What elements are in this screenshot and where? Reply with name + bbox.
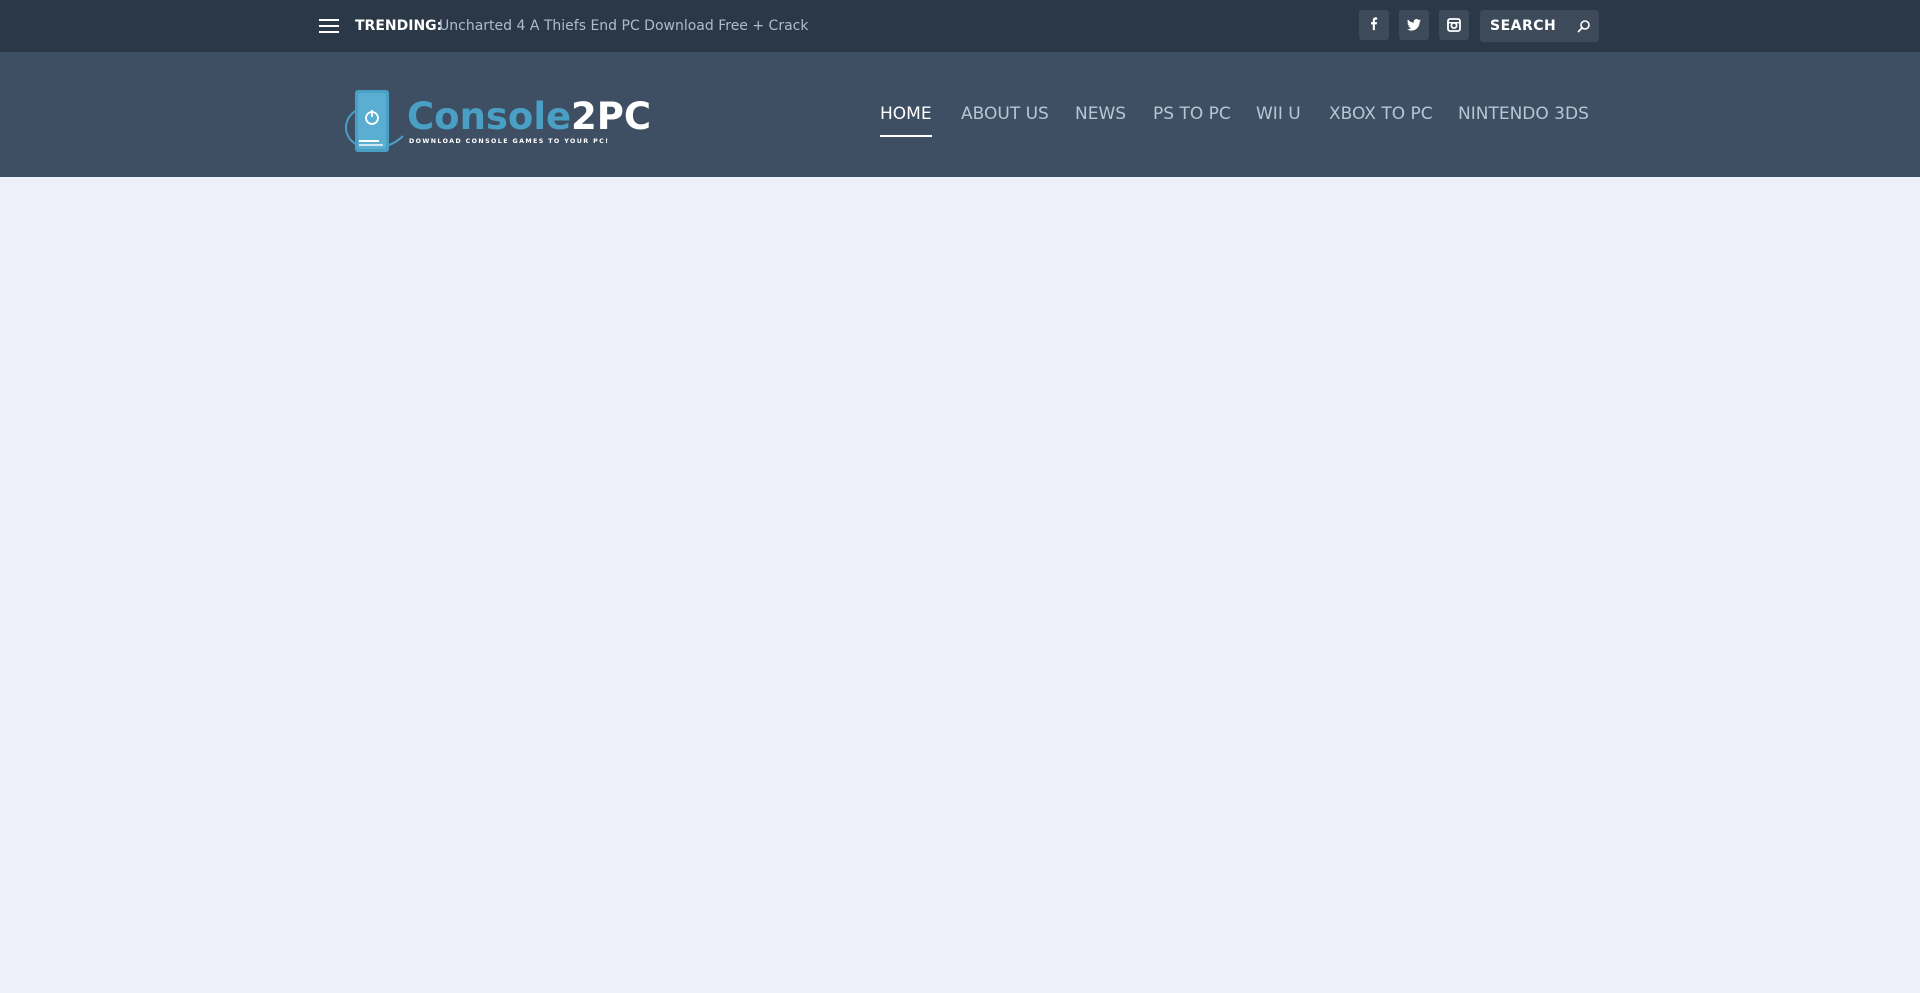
nav-news[interactable]: NEWS bbox=[1075, 104, 1126, 124]
instagram-button[interactable] bbox=[1439, 10, 1469, 40]
svg-text:Console: Console bbox=[407, 95, 571, 138]
facebook-button[interactable] bbox=[1359, 10, 1389, 40]
site-header: Console 2PC DOWNLOAD CONSOLE GAMES TO YO… bbox=[0, 52, 1920, 177]
twitter-button[interactable] bbox=[1399, 10, 1429, 40]
nav-nintendo-3ds[interactable]: NINTENDO 3DS bbox=[1458, 104, 1589, 124]
instagram-icon bbox=[1447, 18, 1461, 32]
nav-about-us[interactable]: ABOUT US bbox=[961, 104, 1049, 124]
trending-link[interactable]: Uncharted 4 A Thiefs End PC Download Fre… bbox=[439, 17, 808, 35]
top-bar: TRENDING: Uncharted 4 A Thiefs End PC Do… bbox=[0, 0, 1920, 52]
twitter-icon bbox=[1407, 19, 1421, 31]
svg-text:DOWNLOAD CONSOLE GAMES TO YOUR: DOWNLOAD CONSOLE GAMES TO YOUR PC! bbox=[409, 138, 609, 145]
trending-label: TRENDING: bbox=[355, 18, 443, 34]
menu-icon[interactable] bbox=[319, 19, 339, 34]
search-box bbox=[1480, 10, 1599, 42]
site-logo[interactable]: Console 2PC DOWNLOAD CONSOLE GAMES TO YO… bbox=[339, 88, 661, 154]
search-icon[interactable] bbox=[1577, 19, 1591, 33]
facebook-icon bbox=[1371, 17, 1378, 31]
main-content bbox=[0, 177, 1920, 993]
nav-home[interactable]: HOME bbox=[880, 104, 932, 137]
svg-text:2PC: 2PC bbox=[571, 95, 651, 138]
nav-xbox-to-pc[interactable]: XBOX TO PC bbox=[1329, 104, 1433, 124]
nav-ps-to-pc[interactable]: PS TO PC bbox=[1153, 104, 1231, 124]
nav-wii-u[interactable]: WII U bbox=[1256, 104, 1301, 124]
